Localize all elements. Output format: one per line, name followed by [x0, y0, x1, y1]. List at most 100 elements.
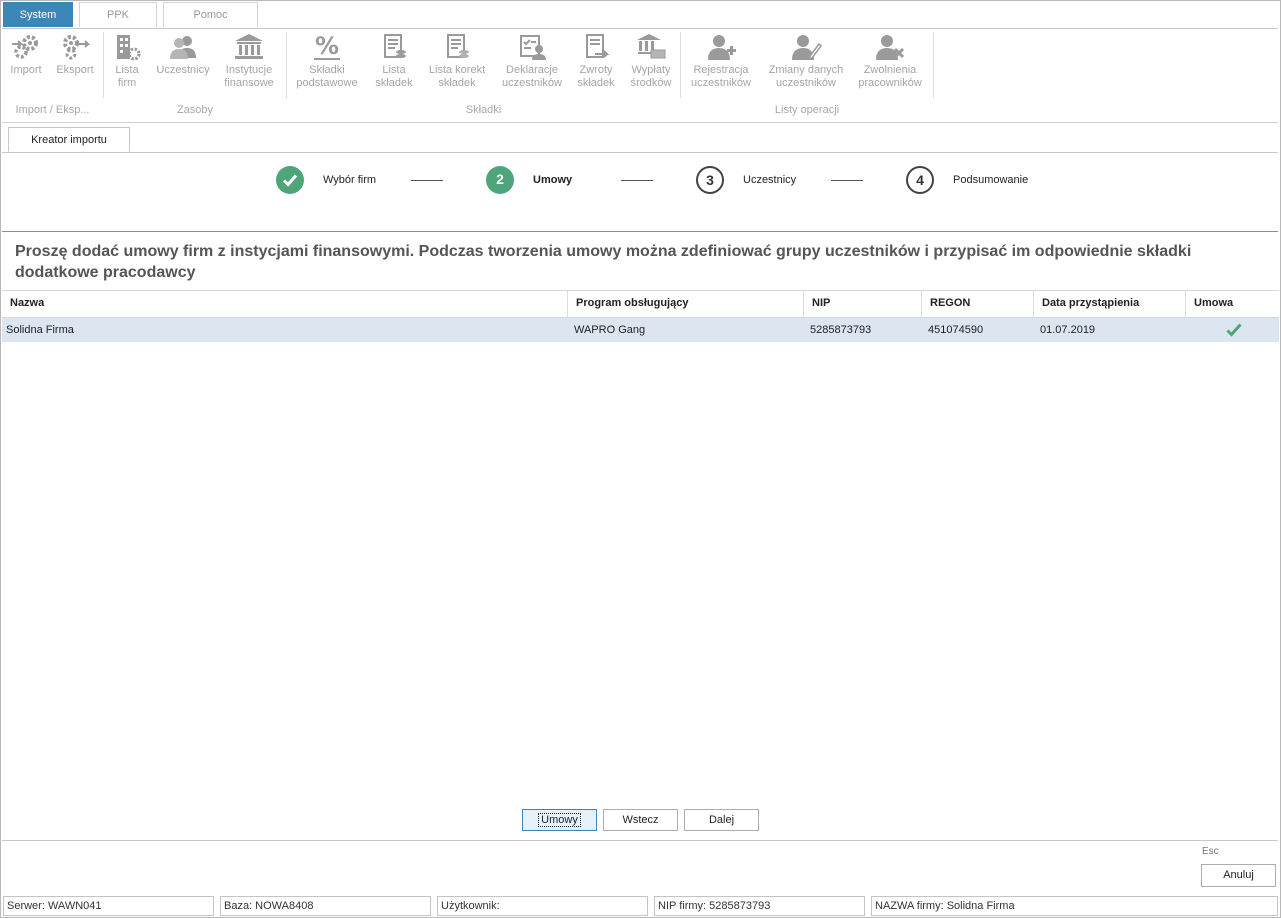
contracts-button[interactable]: Umowy [522, 809, 597, 831]
column-header-nip[interactable]: NIP [804, 291, 922, 317]
change-participant-data-label: Zmiany danych uczestników [768, 64, 844, 89]
basic-contributions-label: Składki podstawowe [296, 64, 358, 89]
gears-arrow-out-icon [52, 30, 98, 64]
cell-data: 01.07.2019 [1040, 324, 1096, 336]
step-1-done [276, 166, 304, 194]
basic-contributions-button[interactable]: % Składki podstawowe [292, 30, 362, 90]
ribbon-tabbar: System PPK Pomoc [2, 2, 1278, 29]
column-header-data[interactable]: Data przystąpienia [1034, 291, 1186, 317]
checkmark-icon [1226, 323, 1242, 337]
status-user: Użytkownik: [437, 896, 648, 916]
tab-pomoc[interactable]: Pomoc [163, 2, 258, 27]
company-list-label: Lista firm [115, 64, 139, 89]
return-document-icon [574, 30, 618, 64]
tab-system[interactable]: System [3, 2, 73, 27]
payout-icon [625, 30, 677, 64]
company-list-button[interactable]: Lista firm [107, 30, 147, 90]
grid-header: Nazwa Program obsługujący NIP REGON Data… [2, 290, 1279, 318]
declarations-label: Deklaracje uczestników [502, 64, 562, 89]
step-2-label: Umowy [533, 174, 573, 186]
ribbon: Import Eksport Lista firm Uczestnicy Ins… [2, 28, 1278, 123]
payouts-label: Wypłaty środków [630, 64, 672, 89]
user-remove-icon [853, 30, 927, 64]
step-3-label: Uczestnicy [743, 174, 797, 186]
step-connector [831, 180, 863, 181]
ribbon-separator [933, 32, 934, 98]
contribution-returns-label: Zwroty składek [577, 64, 615, 89]
ribbon-separator [103, 32, 104, 98]
register-participants-button[interactable]: Rejestracja uczestników [686, 30, 756, 90]
status-server: Serwer: WAWN041 [3, 896, 214, 916]
gears-arrow-in-icon [6, 30, 46, 64]
corrections-list-label: Lista korekt składek [428, 64, 486, 89]
ribbon-separator [680, 32, 681, 98]
step-connector [621, 180, 653, 181]
users-icon [155, 30, 211, 64]
divider [2, 840, 1278, 841]
declaration-icon [496, 30, 568, 64]
cell-nazwa: Solidna Firma [6, 324, 74, 336]
export-label: Eksport [56, 64, 94, 76]
column-header-nazwa[interactable]: Nazwa [2, 291, 568, 317]
ribbon-separator [286, 32, 287, 98]
status-database: Baza: NOWA8408 [220, 896, 431, 916]
svg-text:%: % [315, 32, 339, 60]
building-gear-icon [107, 30, 147, 64]
step-4-label: Podsumowanie [953, 174, 1029, 186]
contribution-list-button[interactable]: Lista składek [372, 30, 416, 90]
column-header-program[interactable]: Program obsługujący [568, 291, 804, 317]
cell-nip: 5285873793 [810, 324, 872, 336]
document-tabbar: Kreator importu [2, 123, 1278, 153]
declarations-button[interactable]: Deklaracje uczestników [496, 30, 568, 90]
user-edit-icon [762, 30, 850, 64]
tab-import-wizard[interactable]: Kreator importu [8, 127, 130, 152]
user-add-icon [686, 30, 756, 64]
contribution-returns-button[interactable]: Zwroty składek [574, 30, 618, 90]
step-1-label: Wybór firm [323, 174, 377, 186]
group-label-import-export: Import / Eksp... [15, 104, 90, 116]
next-button[interactable]: Dalej [684, 809, 759, 831]
table-row[interactable]: Solidna Firma WAPRO Gang 5285873793 4510… [2, 318, 1279, 342]
participants-label: Uczestnicy [156, 64, 210, 76]
cancel-button[interactable]: Anuluj [1201, 864, 1276, 887]
dismiss-employees-button[interactable]: Zwolnienia pracowników [853, 30, 927, 90]
import-button[interactable]: Import [6, 30, 46, 77]
group-label-resources: Zasoby [176, 104, 214, 116]
group-label-contributions: Składki [465, 104, 502, 116]
list-coins-icon [372, 30, 416, 64]
cell-regon: 451074590 [928, 324, 984, 336]
financial-institutions-button[interactable]: Instytucje finansowe [219, 30, 279, 90]
divider [2, 231, 1278, 232]
column-header-umowa[interactable]: Umowa [1186, 291, 1279, 317]
status-nip: NIP firmy: 5285873793 [654, 896, 865, 916]
instruction-text: Proszę dodać umowy firm z instycjami fin… [15, 243, 1192, 281]
column-header-regon[interactable]: REGON [922, 291, 1034, 317]
step-4: 4 [906, 166, 934, 194]
import-label: Import [10, 64, 42, 76]
step-3: 3 [696, 166, 724, 194]
contracts-grid: Nazwa Program obsługujący NIP REGON Data… [2, 290, 1279, 342]
step-connector [411, 180, 443, 181]
corrections-list-button[interactable]: Lista korekt składek [424, 30, 490, 90]
group-label-operation-lists: Listy operacji [774, 104, 840, 116]
back-button[interactable]: Wstecz [603, 809, 678, 831]
cell-umowa [1186, 318, 1279, 342]
participants-button[interactable]: Uczestnicy [155, 30, 211, 77]
tab-ppk[interactable]: PPK [79, 2, 157, 27]
list-correction-icon [424, 30, 490, 64]
dismiss-employees-label: Zwolnienia pracowników [858, 64, 922, 89]
register-participants-label: Rejestracja uczestników [691, 64, 751, 89]
payouts-button[interactable]: Wypłaty środków [625, 30, 677, 90]
cell-program: WAPRO Gang [574, 324, 646, 336]
change-participant-data-button[interactable]: Zmiany danych uczestników [762, 30, 850, 90]
step-2-current: 2 [486, 166, 514, 194]
status-company: NAZWA firmy: Solidna Firma [871, 896, 1278, 916]
percent-icon: % [292, 30, 362, 64]
export-button[interactable]: Eksport [52, 30, 98, 77]
contracts-button-label: Umowy [538, 813, 581, 827]
esc-hint: Esc [1202, 846, 1219, 857]
checkmark-icon [282, 174, 298, 187]
bank-icon [219, 30, 279, 64]
contribution-list-label: Lista składek [375, 64, 413, 89]
financial-institutions-label: Instytucje finansowe [224, 64, 274, 89]
